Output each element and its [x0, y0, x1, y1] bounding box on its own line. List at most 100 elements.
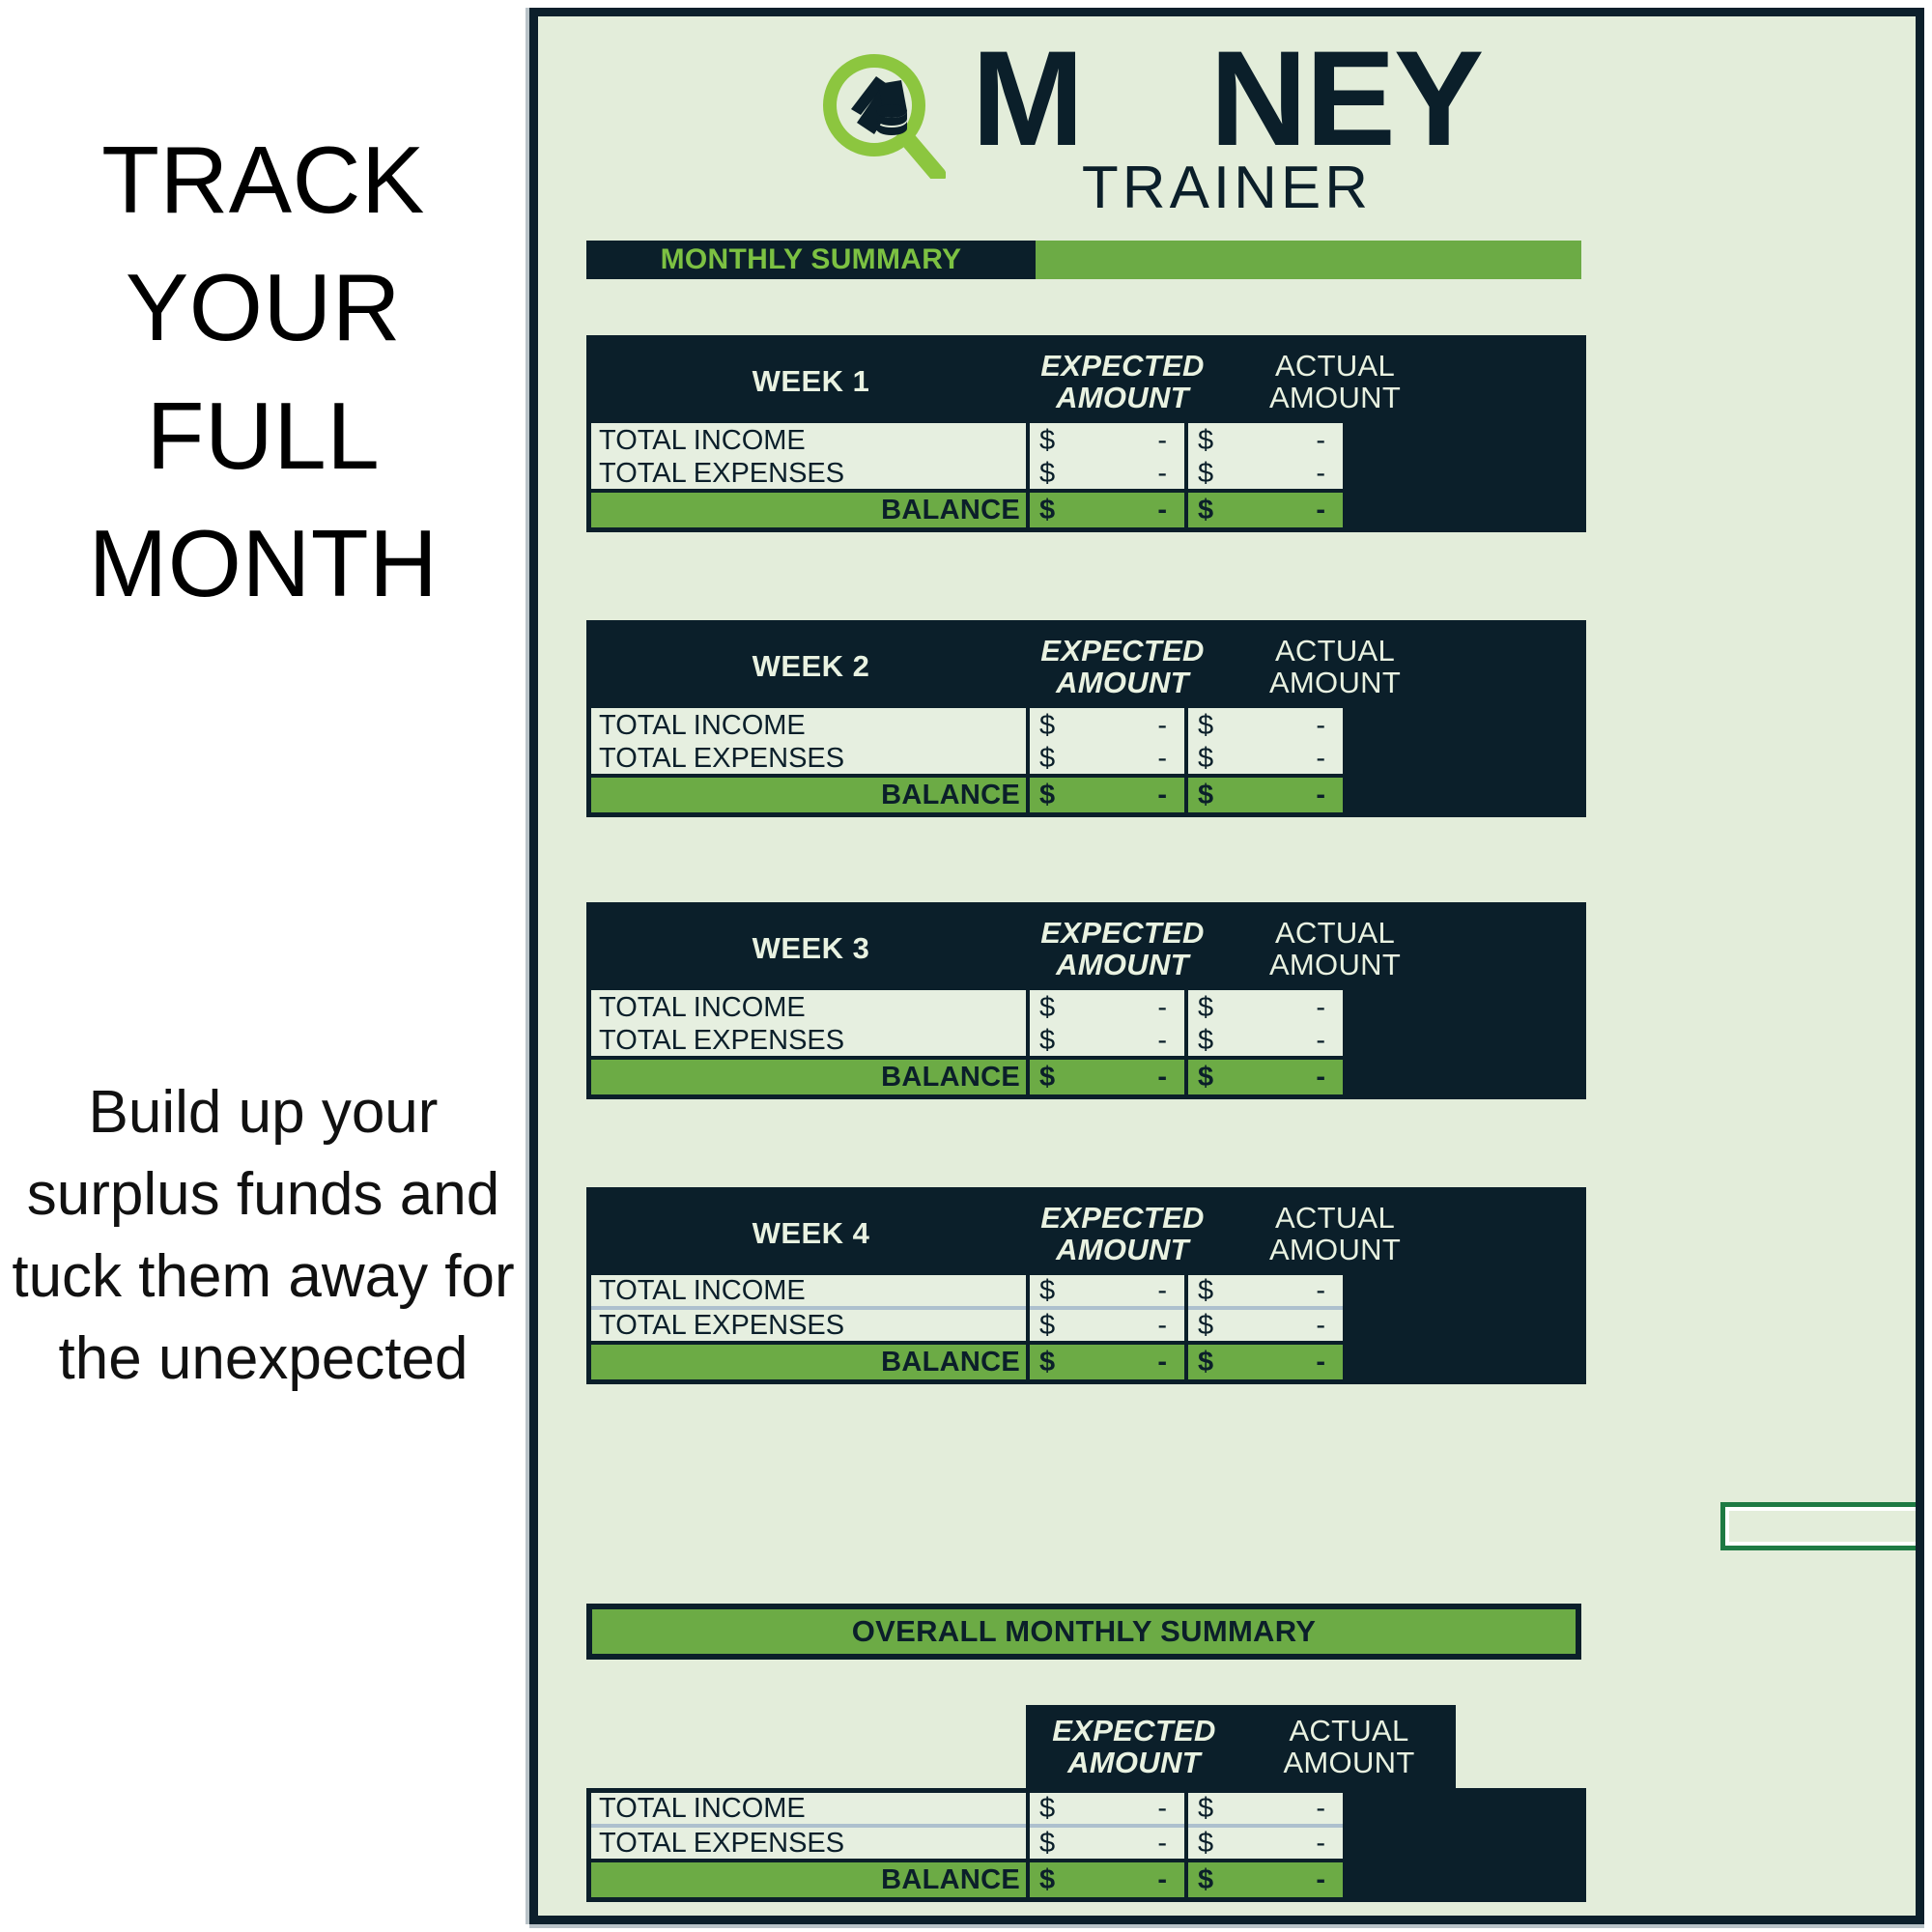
cell-expected[interactable]: $ - [1030, 1060, 1184, 1094]
week-title: WEEK 1 [752, 364, 870, 398]
cell-value: - [1157, 1024, 1167, 1056]
active-cell-selection[interactable] [1720, 1502, 1916, 1550]
cell-actual[interactable]: $ - [1188, 708, 1343, 743]
currency-symbol: $ [1039, 1309, 1056, 1341]
row-label: TOTAL INCOME [591, 423, 1026, 458]
cell-expected[interactable]: $ - [1030, 1275, 1184, 1310]
cell-value: - [1157, 1274, 1167, 1306]
table-header-row: WEEK 3 EXPECTED AMOUNT ACTUAL AMOUNT [591, 907, 1581, 990]
table-row-balance[interactable]: BALANCE $ - $ - [591, 778, 1581, 812]
expected-line1: EXPECTED [1040, 1200, 1205, 1235]
currency-symbol: $ [1198, 1792, 1214, 1824]
cell-actual[interactable]: $ - [1188, 423, 1343, 458]
currency-symbol: $ [1198, 1024, 1214, 1056]
cell-value: - [1316, 709, 1325, 741]
cell-actual[interactable]: $ - [1188, 458, 1343, 489]
table-row[interactable]: TOTAL EXPENSES $ - $ - [591, 1828, 1581, 1862]
promo-headline: TRACK YOUR FULL MONTH [88, 127, 439, 616]
row-label: TOTAL INCOME [591, 1275, 1026, 1310]
table-row-balance[interactable]: BALANCE $ - $ - [591, 1060, 1581, 1094]
table-row[interactable]: TOTAL INCOME $ - $ - [591, 1275, 1581, 1310]
cell-expected[interactable]: $ - [1030, 1310, 1184, 1341]
cell-expected[interactable]: $ - [1030, 1345, 1184, 1379]
table-row[interactable]: TOTAL EXPENSES $ - $ - [591, 1310, 1581, 1345]
expected-line1: EXPECTED [1040, 915, 1205, 950]
cell-expected[interactable]: $ - [1030, 708, 1184, 743]
row-label: TOTAL EXPENSES [591, 1310, 1026, 1341]
cell-value: - [1157, 1863, 1167, 1895]
table-row-balance[interactable]: BALANCE $ - $ - [591, 1862, 1581, 1897]
cell-value: - [1157, 991, 1167, 1023]
currency-symbol: $ [1198, 1827, 1214, 1859]
currency-symbol: $ [1039, 1792, 1056, 1824]
cell-actual[interactable]: $ - [1188, 493, 1343, 527]
money-trainer-logo: M NEY TRAINER [538, 26, 1916, 243]
cell-expected[interactable]: $ - [1030, 423, 1184, 458]
currency-symbol: $ [1198, 1346, 1214, 1378]
actual-line1: ACTUAL [1274, 1200, 1396, 1235]
currency-symbol: $ [1198, 424, 1214, 456]
column-header-actual: ACTUAL AMOUNT [1253, 625, 1417, 708]
row-label: TOTAL EXPENSES [591, 1828, 1026, 1859]
currency-symbol: $ [1039, 709, 1056, 741]
cell-actual[interactable]: $ - [1188, 1025, 1343, 1056]
row-label: TOTAL INCOME [591, 1793, 1026, 1828]
logo-subtitle: TRAINER [1081, 155, 1373, 221]
cell-actual[interactable]: $ - [1188, 1310, 1343, 1341]
currency-symbol: $ [1198, 1309, 1214, 1341]
table-header-row: WEEK 4 EXPECTED AMOUNT ACTUAL AMOUNT [591, 1192, 1581, 1275]
column-header-actual: ACTUAL AMOUNT [1253, 907, 1417, 990]
cell-expected[interactable]: $ - [1030, 1793, 1184, 1828]
row-label: TOTAL EXPENSES [591, 743, 1026, 774]
cell-actual[interactable]: $ - [1188, 1862, 1343, 1897]
week-table: WEEK 3 EXPECTED AMOUNT ACTUAL AMOUNT TOT… [586, 902, 1586, 1099]
spreadsheet-panel: M NEY TRAINER MONTHLY SUMMARY WEEK 1 EXP… [529, 8, 1924, 1924]
table-header-row: EXPECTED AMOUNT ACTUAL AMOUNT [586, 1705, 1586, 1788]
cell-expected[interactable]: $ - [1030, 1828, 1184, 1859]
cell-actual[interactable]: $ - [1188, 1828, 1343, 1859]
cell-actual[interactable]: $ - [1188, 1275, 1343, 1310]
cell-actual[interactable]: $ - [1188, 1060, 1343, 1094]
cell-expected[interactable]: $ - [1030, 1862, 1184, 1897]
currency-symbol: $ [1198, 494, 1214, 526]
table-row[interactable]: TOTAL INCOME $ - $ - [591, 708, 1581, 743]
table-row-balance[interactable]: BALANCE $ - $ - [591, 1345, 1581, 1379]
column-header-actual: ACTUAL AMOUNT [1242, 1705, 1456, 1788]
table-row[interactable]: TOTAL INCOME $ - $ - [591, 423, 1581, 458]
table-row[interactable]: TOTAL INCOME $ - $ - [591, 990, 1581, 1025]
row-label: TOTAL INCOME [591, 990, 1026, 1025]
logo-wordmark: M NEY [538, 26, 1916, 171]
cell-actual[interactable]: $ - [1188, 778, 1343, 812]
cell-actual[interactable]: $ - [1188, 990, 1343, 1025]
currency-symbol: $ [1039, 742, 1056, 774]
currency-symbol: $ [1039, 1346, 1056, 1378]
table-header-row: WEEK 1 EXPECTED AMOUNT ACTUAL AMOUNT [591, 340, 1581, 423]
cell-expected[interactable]: $ - [1030, 990, 1184, 1025]
expected-line2: AMOUNT [1056, 948, 1189, 981]
promo-panel: TRACK YOUR FULL MONTH Build up your surp… [0, 0, 526, 1932]
table-row[interactable]: TOTAL INCOME $ - $ - [591, 1793, 1581, 1828]
cell-expected[interactable]: $ - [1030, 1025, 1184, 1056]
table-row[interactable]: TOTAL EXPENSES $ - $ - [591, 1025, 1581, 1060]
cell-actual[interactable]: $ - [1188, 743, 1343, 774]
currency-symbol: $ [1198, 991, 1214, 1023]
promo-subcopy: Build up your surplus funds and tuck the… [12, 1079, 515, 1392]
column-header-expected: EXPECTED AMOUNT [1040, 1192, 1205, 1275]
table-row-balance[interactable]: BALANCE $ - $ - [591, 493, 1581, 527]
currency-symbol: $ [1039, 1061, 1056, 1093]
cell-actual[interactable]: $ - [1188, 1345, 1343, 1379]
table-row[interactable]: TOTAL EXPENSES $ - $ - [591, 458, 1581, 493]
cell-value: - [1316, 1346, 1325, 1378]
cell-actual[interactable]: $ - [1188, 1793, 1343, 1828]
table-row[interactable]: TOTAL EXPENSES $ - $ - [591, 743, 1581, 778]
cell-expected[interactable]: $ - [1030, 778, 1184, 812]
column-header-actual: ACTUAL AMOUNT [1253, 340, 1417, 423]
week-title: WEEK 4 [752, 1216, 870, 1250]
week-table: WEEK 1 EXPECTED AMOUNT ACTUAL AMOUNT TOT… [586, 335, 1586, 532]
cell-expected[interactable]: $ - [1030, 458, 1184, 489]
cell-value: - [1316, 1309, 1325, 1341]
cell-expected[interactable]: $ - [1030, 493, 1184, 527]
currency-symbol: $ [1198, 779, 1214, 810]
cell-expected[interactable]: $ - [1030, 743, 1184, 774]
expected-line2: AMOUNT [1056, 381, 1189, 414]
